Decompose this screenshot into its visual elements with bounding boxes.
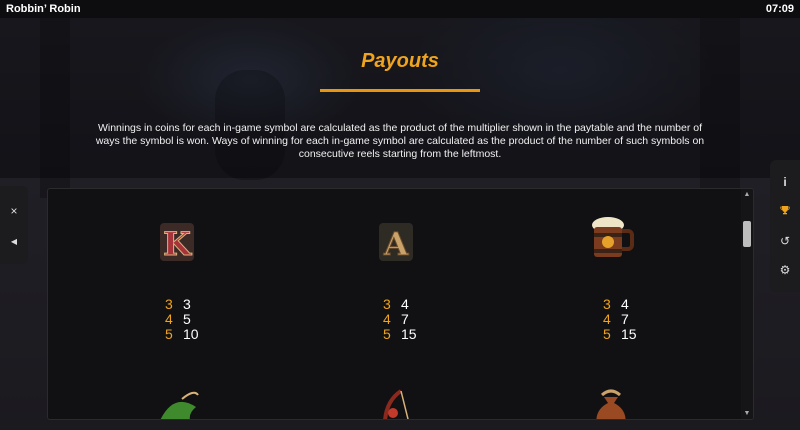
pay-row: 33: [165, 297, 199, 312]
left-panel: × ◀: [0, 186, 28, 264]
pay-row: 5 15: [383, 327, 417, 342]
pay-value: 3: [183, 296, 191, 312]
pay-value: 15: [401, 326, 417, 342]
clock: 07:09: [765, 3, 794, 15]
scrollbar-thumb[interactable]: [743, 221, 751, 247]
info-icon[interactable]: i: [783, 175, 786, 189]
beer-mug-icon: [592, 217, 634, 257]
pay-row: 45: [165, 312, 199, 327]
title-underline: [320, 89, 480, 92]
pay-count: 4: [383, 311, 391, 327]
pay-count: 4: [165, 311, 173, 327]
pay-value: 15: [621, 326, 637, 342]
robin-hat-icon: [160, 391, 199, 419]
page-title: Payouts: [361, 50, 439, 72]
pay-value: 4: [401, 296, 409, 312]
pay-value: 10: [183, 326, 199, 342]
pay-count: 5: [165, 326, 173, 342]
pay-count: 3: [603, 296, 611, 312]
bow-icon: [383, 389, 409, 419]
scroll-up-icon[interactable]: ▲: [741, 191, 753, 198]
close-icon[interactable]: ×: [10, 204, 17, 218]
settings-icon[interactable]: ⚙: [780, 263, 791, 277]
pay-value: 7: [401, 311, 409, 327]
pay-row: 34: [603, 297, 637, 312]
pay-row: 47: [603, 312, 637, 327]
pay-count: 3: [165, 296, 173, 312]
symbol-beer-pays: 34 47 5 15: [603, 297, 637, 342]
pay-row: 5 10: [165, 327, 199, 342]
top-bar: Robbin’ Robin 07:09: [0, 0, 800, 18]
pay-value: 4: [621, 296, 629, 312]
money-bag-icon: [596, 389, 626, 419]
history-icon[interactable]: ↺: [780, 234, 790, 248]
a-symbol-icon: A: [379, 223, 413, 264]
pay-count: 3: [383, 296, 391, 312]
back-icon[interactable]: ◀: [11, 237, 17, 246]
pay-row: 5 15: [603, 327, 637, 342]
pay-row: 34: [383, 297, 417, 312]
payout-description: Winnings in coins for each in-game symbo…: [95, 122, 705, 160]
svg-text:A: A: [383, 225, 410, 263]
pay-count: 5: [603, 326, 611, 342]
svg-text:K: K: [163, 225, 192, 263]
k-symbol-icon: K: [160, 223, 194, 264]
right-panel: i ↺ ⚙: [770, 160, 800, 292]
symbol-a-pays: 34 47 5 15: [383, 297, 417, 342]
trophy-icon[interactable]: [780, 204, 790, 218]
pay-value: 7: [621, 311, 629, 327]
scroll-down-icon[interactable]: ▼: [741, 410, 753, 417]
scrollbar[interactable]: ▲ ▼: [741, 189, 753, 419]
pay-value: 5: [183, 311, 191, 327]
game-title: Robbin’ Robin: [6, 3, 81, 15]
symbol-k-pays: 33 45 5 10: [165, 297, 199, 342]
paytable-panel: ▲ ▼ K 33 45 5 10 A 34 47 5 15 3 4 4 7 5 …: [47, 188, 754, 420]
pay-row: 47: [383, 312, 417, 327]
pay-count: 4: [603, 311, 611, 327]
pay-count: 5: [383, 326, 391, 342]
